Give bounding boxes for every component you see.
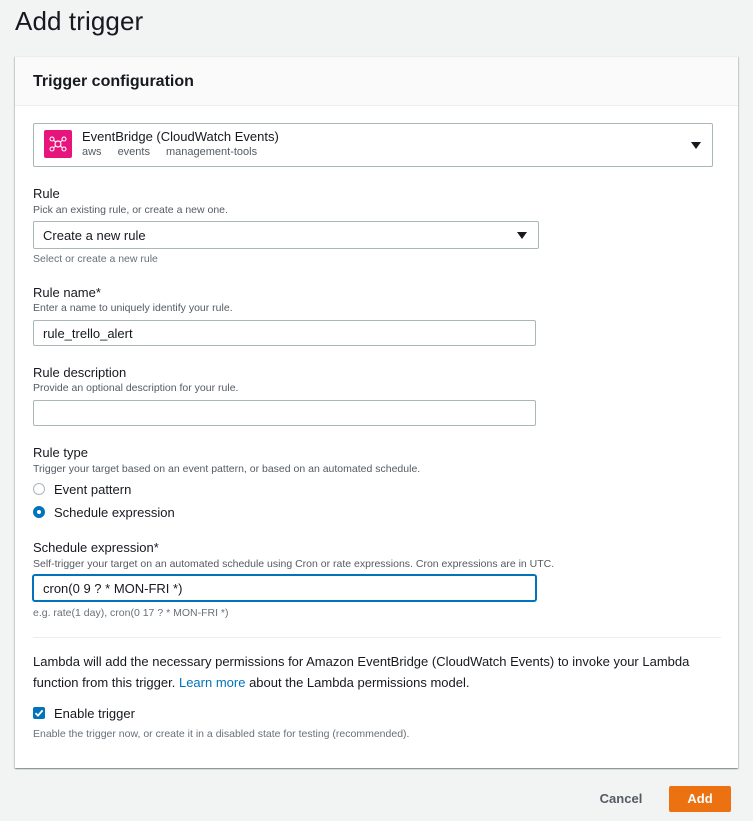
- rule-name-input[interactable]: [33, 320, 536, 346]
- rule-name-label: Rule name*: [33, 285, 101, 300]
- divider: [33, 637, 721, 638]
- schedule-expression-description: Self-trigger your target on an automated…: [33, 558, 555, 570]
- source-tag: events: [117, 146, 150, 158]
- schedule-expression-label: Schedule expression*: [33, 540, 159, 555]
- rule-select[interactable]: Create a new rule: [33, 221, 539, 249]
- rule-description-help: Provide an optional description for your…: [33, 382, 239, 394]
- rule-select-value: Create a new rule: [43, 228, 146, 243]
- trigger-source-name: EventBridge (CloudWatch Events): [82, 129, 279, 144]
- schedule-expression-input[interactable]: [33, 575, 536, 601]
- trigger-configuration-panel: Trigger configuration EventBridge (Cloud…: [15, 56, 738, 768]
- enable-trigger-checkbox[interactable]: [33, 707, 45, 719]
- panel-header: Trigger configuration: [15, 57, 738, 106]
- panel-title: Trigger configuration: [33, 73, 194, 90]
- rule-type-label: Rule type: [33, 445, 88, 460]
- source-tag: aws: [82, 146, 102, 158]
- rule-hint: Select or create a new rule: [33, 253, 158, 265]
- enable-trigger-label: Enable trigger: [54, 706, 135, 721]
- enable-trigger-description: Enable the trigger now, or create it in …: [33, 728, 410, 740]
- rule-description-label: Rule description: [33, 365, 127, 380]
- radio-label: Event pattern: [54, 482, 132, 497]
- trigger-source-select[interactable]: EventBridge (CloudWatch Events) aws even…: [33, 123, 713, 167]
- permissions-note-text-end: about the Lambda permissions model.: [249, 675, 470, 690]
- rule-label: Rule: [33, 186, 60, 201]
- rule-description-input[interactable]: [33, 400, 536, 426]
- caret-down-icon: [517, 232, 527, 239]
- schedule-expression-hint: e.g. rate(1 day), cron(0 17 ? * MON-FRI …: [33, 607, 229, 619]
- page-title: Add trigger: [15, 6, 144, 36]
- rule-type-description: Trigger your target based on an event pa…: [33, 463, 421, 475]
- rule-name-description: Enter a name to uniquely identify your r…: [33, 302, 233, 314]
- radio-button-selected[interactable]: [33, 506, 45, 518]
- source-tag: management-tools: [165, 146, 258, 158]
- trigger-source-tags: aws events management-tools: [82, 146, 257, 158]
- permissions-note: Lambda will add the necessary permission…: [33, 651, 703, 693]
- learn-more-link[interactable]: Learn more: [179, 675, 245, 690]
- radio-label: Schedule expression: [54, 505, 175, 520]
- caret-down-icon: [691, 142, 701, 149]
- cancel-button[interactable]: Cancel: [590, 788, 652, 812]
- add-button[interactable]: Add: [669, 786, 731, 812]
- radio-button[interactable]: [33, 483, 45, 495]
- rule-description-text: Pick an existing rule, or create a new o…: [33, 204, 228, 216]
- eventbridge-icon: [44, 130, 72, 158]
